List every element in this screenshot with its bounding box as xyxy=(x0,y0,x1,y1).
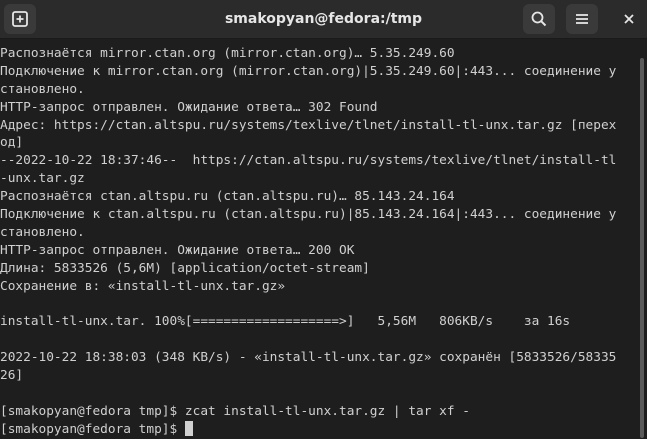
terminal-output[interactable]: Распознаётся mirror.ctan.org (mirror.cta… xyxy=(0,45,637,439)
shell-prompt: [smakopyan@fedora tmp]$ xyxy=(0,421,185,437)
terminal-line: Подключение к mirror.ctan.org (mirror.ct… xyxy=(0,63,617,79)
terminal-line: Подключение к ctan.altspu.ru (ctan.altsp… xyxy=(0,207,617,223)
terminal-line: 26] xyxy=(0,368,24,384)
terminal-window: smakopyan@fedora:/tmp Распознаётся mirro… xyxy=(0,0,647,439)
terminal-line: Сохранение в: «install-tl-unx.tar.gz» xyxy=(0,278,286,294)
terminal-line: -unx.tar.gz xyxy=(0,171,85,187)
new-tab-button[interactable] xyxy=(4,4,36,34)
terminal-line: Адрес: https://ctan.altspu.ru/systems/te… xyxy=(0,117,617,133)
terminal-line: Распознаётся ctan.altspu.ru (ctan.altspu… xyxy=(0,189,455,205)
hamburger-menu-icon xyxy=(576,14,588,24)
progress-line: install-tl-unx.tar. 100%[===============… xyxy=(0,314,571,330)
scrollbar[interactable] xyxy=(640,58,644,438)
terminal-line: од] xyxy=(0,135,24,151)
prompt-line[interactable]: [smakopyan@fedora tmp]$ xyxy=(0,420,637,439)
search-button[interactable] xyxy=(523,4,555,34)
menu-button[interactable] xyxy=(566,4,598,34)
text-cursor xyxy=(184,420,193,436)
terminal-line: --2022-10-22 18:37:46-- https://ctan.alt… xyxy=(0,153,617,169)
close-icon xyxy=(624,14,634,24)
terminal-line: HTTP-запрос отправлен. Ожидание ответа… … xyxy=(0,99,378,115)
terminal-line: становлено. xyxy=(0,81,85,97)
title-bar: smakopyan@fedora:/tmp xyxy=(0,0,647,39)
terminal-line: Распознаётся mirror.ctan.org (mirror.cta… xyxy=(0,46,455,61)
search-icon xyxy=(531,11,547,27)
terminal-line: становлено. xyxy=(0,224,85,240)
command-line: [smakopyan@fedora tmp]$ zcat install-tl-… xyxy=(0,403,470,419)
terminal-line: 2022-10-22 18:38:03 (348 KB/s) - «instal… xyxy=(0,350,617,366)
close-button[interactable] xyxy=(614,4,644,34)
terminal-line: HTTP-запрос отправлен. Ожидание ответа… … xyxy=(0,242,355,258)
terminal-line: Длина: 5833526 (5,6M) [application/octet… xyxy=(0,260,370,276)
new-tab-icon xyxy=(12,11,28,27)
